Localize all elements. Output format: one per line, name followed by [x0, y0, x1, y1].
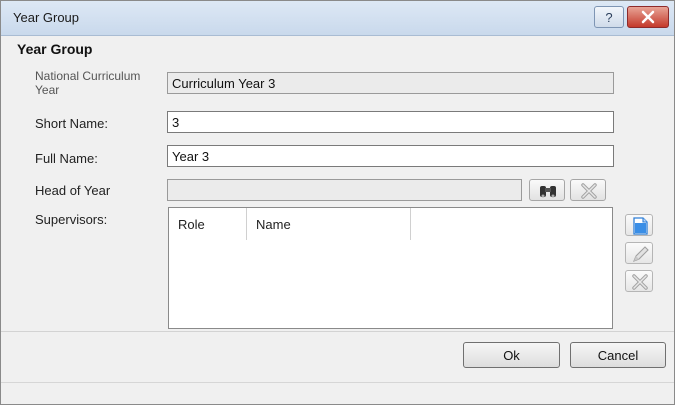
short-name-label: Short Name: [35, 116, 108, 131]
svg-text:?: ? [605, 10, 612, 25]
new-document-icon [633, 217, 648, 235]
full-name-field[interactable] [167, 145, 614, 167]
close-button[interactable] [627, 6, 669, 28]
supervisors-label: Supervisors: [35, 212, 108, 227]
column-header-extra [411, 208, 612, 240]
status-bar [1, 382, 674, 404]
delete-x-icon [632, 274, 648, 290]
national-curriculum-year-field [167, 72, 614, 94]
title-bar: Year Group ? [1, 1, 674, 36]
column-header-role[interactable]: Role [169, 208, 247, 240]
help-icon: ? [605, 10, 612, 25]
close-icon [641, 10, 655, 24]
delete-supervisor-button[interactable] [625, 270, 653, 292]
cancel-button[interactable]: Cancel [570, 342, 666, 368]
head-of-year-field [167, 179, 522, 201]
section-title: Year Group [17, 41, 93, 57]
head-of-year-clear-button[interactable] [570, 179, 606, 201]
national-curriculum-year-label: National Curriculum Year [35, 69, 141, 97]
ok-button[interactable]: Ok [463, 342, 560, 368]
binoculars-icon [540, 186, 556, 198]
head-of-year-search-button[interactable] [529, 179, 565, 201]
delete-x-icon [581, 183, 597, 199]
supervisors-grid-header: Role Name [169, 208, 612, 240]
footer-divider [1, 331, 674, 332]
column-header-name[interactable]: Name [247, 208, 411, 240]
short-name-field[interactable] [167, 111, 614, 133]
edit-supervisor-button[interactable] [625, 242, 653, 264]
edit-pencil-icon [633, 246, 649, 262]
full-name-label: Full Name: [35, 151, 98, 166]
add-supervisor-button[interactable] [625, 214, 653, 236]
year-group-dialog: Year Group ? Year Group National Curricu… [0, 0, 675, 405]
head-of-year-label: Head of Year [35, 183, 111, 198]
supervisors-grid[interactable]: Role Name [168, 207, 613, 329]
window-title: Year Group [13, 10, 80, 25]
help-button[interactable]: ? [594, 6, 624, 28]
